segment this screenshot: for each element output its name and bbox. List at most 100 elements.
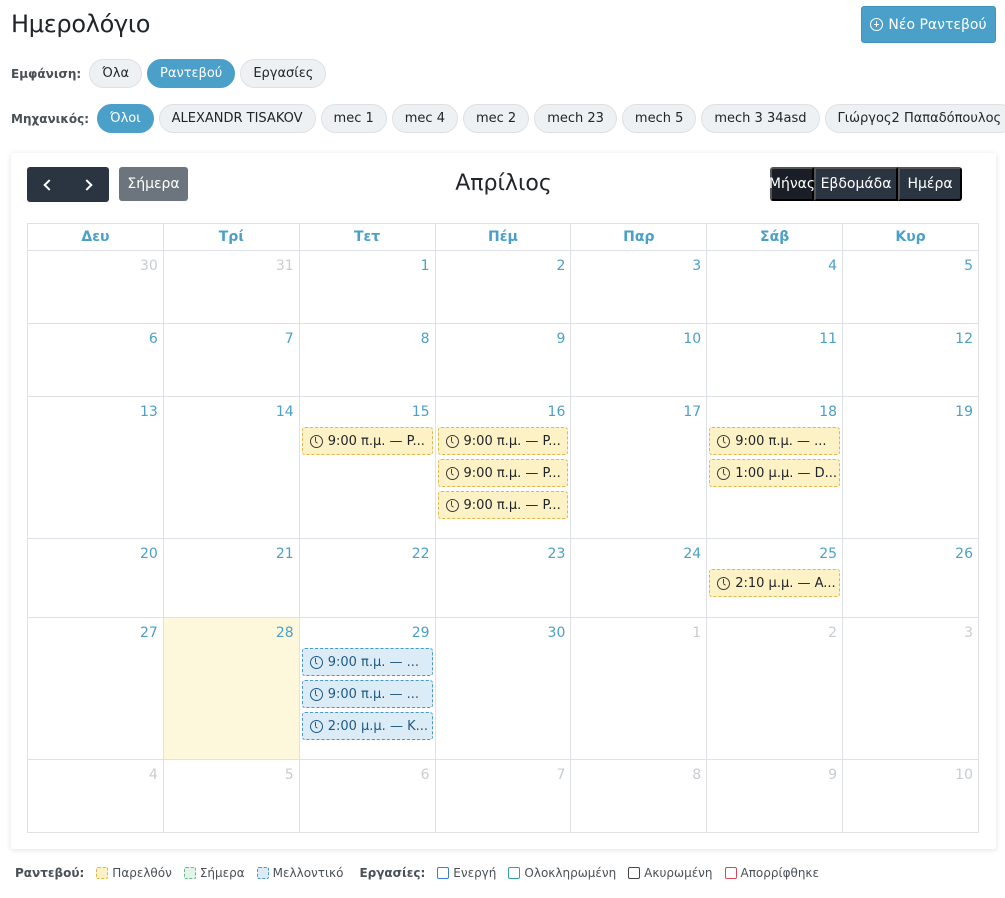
day-cell[interactable]: 21 [162,538,300,618]
clock-icon [717,466,731,480]
mechanic-filter-pill[interactable]: ALEXANDR TISAKOV [158,104,316,133]
day-cell[interactable]: 9 [706,759,844,833]
day-cell[interactable]: 10 [570,323,708,397]
chevron-right-icon [81,178,93,191]
mechanic-filter-options: Όλοι ALEXANDR TISAKOV mec 1 mec 4 mec 2 mech … [97,104,1005,133]
mechanic-filter-pill[interactable]: mec 4 [391,104,458,133]
legend-item: Ενεργή [437,866,496,880]
day-cell[interactable]: 24 [570,538,708,618]
appointment-event[interactable]: 9:00 π.μ. — ... [301,680,433,708]
day-cell[interactable]: 26 [842,538,979,618]
day-cell[interactable]: 8 [298,323,436,397]
day-number: 4 [828,258,838,274]
day-cell[interactable]: 6 [298,759,436,833]
day-cell[interactable]: 13 [27,396,164,539]
mechanic-filter-pill[interactable]: mec 2 [462,104,530,133]
week-row: 20 21 22 23 24 25 2:10 μ.μ. — A... 26 [27,538,979,618]
legend-label: Ακυρωμένη [644,866,713,880]
calendar: Σήμερα Απρίλιος Μήνας Εβδομάδα Ημέρα Δευ Τρ… [11,153,996,849]
today-button[interactable]: Σήμερα [119,167,188,201]
day-cell[interactable]: 7 [162,323,300,397]
legend-label: Ενεργή [453,866,497,880]
appointment-event[interactable]: 2:10 μ.μ. — A... [709,569,841,597]
calendar-nav [27,167,109,202]
legend-swatch [183,867,196,879]
day-number: 20 [140,546,158,562]
clock-icon [445,498,459,512]
day-cell[interactable]: 4 [27,759,164,833]
view-button[interactable]: Ημέρα [898,167,962,201]
day-cell[interactable]: 9 [434,323,572,397]
day-cell[interactable]: 27 [27,617,164,760]
appointment-event[interactable]: 9:00 π.μ. — P... [437,427,569,455]
legend-swatch [628,867,641,879]
day-cell[interactable]: 14 [162,396,300,539]
view-filter-pill[interactable]: Ραντεβού [147,59,236,88]
appointment-event[interactable]: 1:00 μ.μ. — D... [709,459,841,487]
appointment-event[interactable]: 9:00 π.μ. — P... [437,491,569,519]
day-number: 10 [683,331,702,347]
day-cell[interactable]: 2 [434,250,572,324]
day-number: 7 [556,767,566,783]
day-cell[interactable]: 3 [570,250,708,324]
day-number: 7 [284,331,294,347]
day-cell[interactable]: 5 [162,759,300,833]
day-number: 29 [411,625,430,641]
mechanic-filter-pill[interactable]: mech 5 [621,104,697,133]
day-cell[interactable]: 2 [706,617,844,760]
view-filter-pill[interactable]: Όλα [89,59,143,88]
day-cell[interactable]: 22 [298,538,436,618]
day-cell[interactable]: 1 [298,250,436,324]
day-cell[interactable]: 6 [27,323,164,397]
next-month-button[interactable] [68,167,109,202]
day-cell[interactable]: 3 [842,617,979,760]
view-button[interactable]: Μήνας [769,167,815,201]
mechanic-filter-pill[interactable]: mech 23 [534,104,617,133]
day-cell[interactable]: 5 [842,250,979,324]
day-cell[interactable]: 23 [434,538,572,618]
appointment-event[interactable]: 2:00 μ.μ. — K... [301,712,433,740]
day-cell[interactable]: 18 9:00 π.μ. — ... 1:00 μ.μ. — D... [706,396,844,539]
appointment-event[interactable]: 9:00 π.μ. — P... [301,427,433,455]
day-cell[interactable]: 31 [162,250,300,324]
new-appointment-button[interactable]: Νέο Ραντεβού [861,6,996,43]
day-number: 26 [955,546,973,562]
day-events: 9:00 π.μ. — P... [300,424,435,455]
page-title: Ημερολόγιο [11,10,151,38]
appointment-event[interactable]: 9:00 π.μ. — ... [709,427,841,455]
day-cell[interactable]: 11 [706,323,844,397]
day-cell[interactable]: 30 [434,617,572,760]
day-number: 2 [556,258,566,274]
weekday-2: Τετ [298,223,436,251]
mechanic-filter-pill[interactable]: Όλοι [97,104,154,133]
legend-appointments-title: Ραντεβού: [15,866,85,880]
day-number: 9 [828,767,838,783]
day-cell[interactable]: 20 [27,538,164,618]
day-cell[interactable]: 8 [570,759,708,833]
day-number: 10 [955,767,973,783]
appointment-event[interactable]: 9:00 π.μ. — P... [437,459,569,487]
day-cell[interactable]: 12 [842,323,979,397]
day-cell[interactable]: 1 [570,617,708,760]
legend-item: Παρελθόν [96,866,172,880]
day-cell[interactable]: 10 [842,759,979,833]
mechanic-filter-pill[interactable]: Γιώργος2 Παπαδόπουλος [824,104,1005,133]
day-cell[interactable]: 7 [434,759,572,833]
view-filter: Εμφάνιση: Όλα Ραντεβού Εργασίες [11,59,331,88]
day-cell[interactable]: 28 [162,617,300,760]
day-cell[interactable]: 17 [570,396,708,539]
appointment-event[interactable]: 9:00 π.μ. — ... [301,648,433,676]
prev-month-button[interactable] [27,167,68,202]
day-cell[interactable]: 25 2:10 μ.μ. — A... [706,538,844,618]
day-cell[interactable]: 30 [27,250,164,324]
view-filter-pill[interactable]: Εργασίες [240,59,327,88]
day-cell[interactable]: 16 9:00 π.μ. — P... 9:00 π.μ. — P... 9:00 π… [434,396,572,539]
view-button[interactable]: Εβδομάδα [814,167,898,201]
clock-icon [309,687,323,701]
day-cell[interactable]: 19 [842,396,979,539]
mechanic-filter-pill[interactable]: mech 3 34asd [701,104,820,133]
mechanic-filter-pill[interactable]: mec 1 [320,104,387,133]
day-cell[interactable]: 4 [706,250,844,324]
day-cell[interactable]: 15 9:00 π.μ. — P... [298,396,436,539]
day-cell[interactable]: 29 9:00 π.μ. — ... 9:00 π.μ. — ... 2:00 μ.μ… [298,617,436,760]
